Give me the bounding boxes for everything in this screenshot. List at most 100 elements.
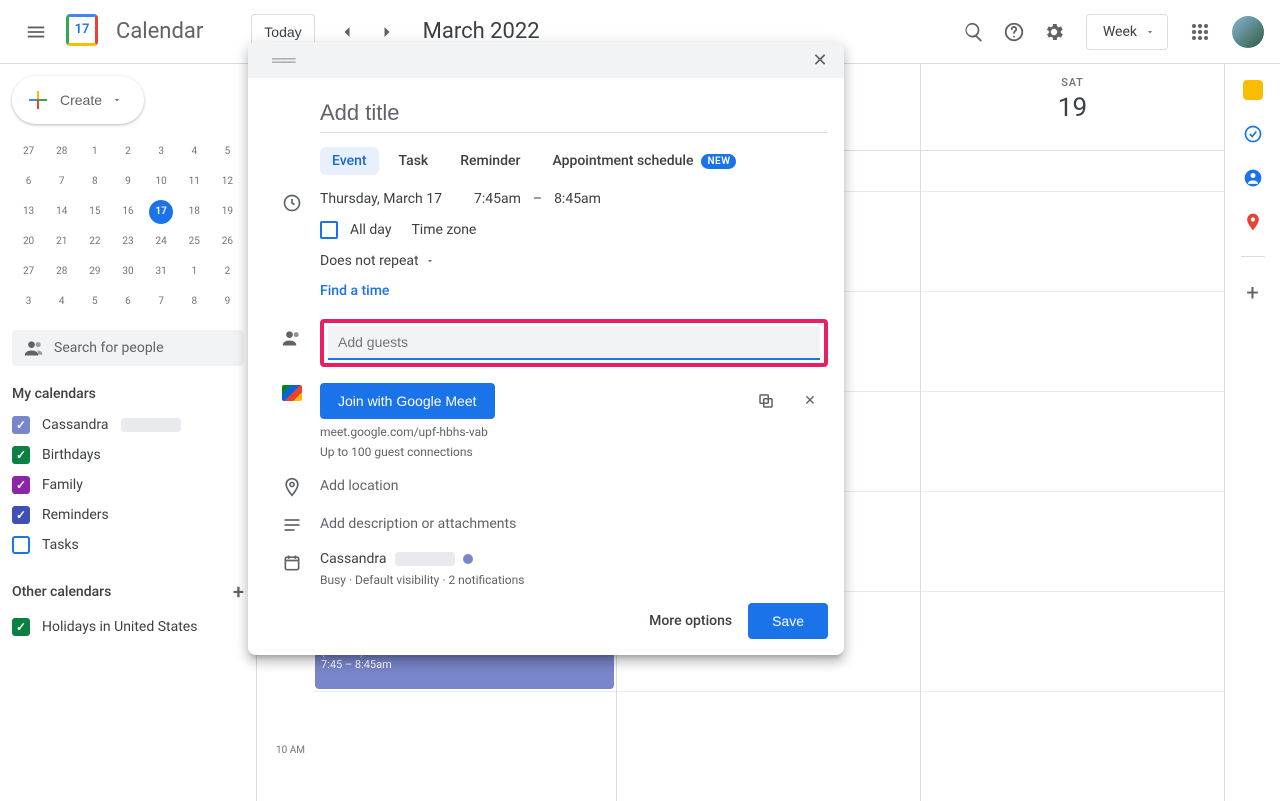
mini-calendar[interactable]: 2728123456789101112131415161718192021222… xyxy=(12,140,244,314)
calendar-list-item[interactable]: Cassandra xyxy=(12,410,244,440)
mini-cal-day[interactable]: 28 xyxy=(50,140,74,164)
mini-cal-day[interactable]: 10 xyxy=(149,170,173,194)
event-title-input[interactable] xyxy=(320,94,828,133)
day-header[interactable]: SAT19 xyxy=(920,64,1224,150)
mini-cal-day[interactable]: 12 xyxy=(215,170,239,194)
my-calendars-header[interactable]: My calendars xyxy=(12,386,244,402)
contacts-icon[interactable] xyxy=(1243,168,1263,188)
mini-cal-day[interactable]: 4 xyxy=(182,140,206,164)
calendar-checkbox[interactable] xyxy=(12,618,30,636)
tab-event[interactable]: Event xyxy=(320,147,379,175)
tasks-icon[interactable] xyxy=(1243,124,1263,144)
tab-task[interactable]: Task xyxy=(387,147,441,175)
event-defaults-summary[interactable]: Busy · Default visibility · 2 notificati… xyxy=(320,573,828,587)
drag-handle-icon[interactable]: ══ xyxy=(272,50,294,71)
mini-cal-day[interactable]: 17 xyxy=(149,200,173,224)
calendar-list-item[interactable]: Birthdays xyxy=(12,440,244,470)
calendar-list-item[interactable]: Family xyxy=(12,470,244,500)
mini-cal-day[interactable]: 1 xyxy=(83,140,107,164)
event-date[interactable]: Thursday, March 17 xyxy=(320,191,442,207)
save-button[interactable]: Save xyxy=(748,603,828,639)
end-time[interactable]: 8:45am xyxy=(554,191,601,207)
more-options-button[interactable]: More options xyxy=(649,613,732,629)
mini-cal-day[interactable]: 27 xyxy=(17,140,41,164)
mini-cal-day[interactable]: 16 xyxy=(116,200,140,224)
tab-reminder[interactable]: Reminder xyxy=(448,147,532,175)
mini-cal-day[interactable]: 25 xyxy=(182,230,206,254)
mini-cal-day[interactable]: 5 xyxy=(83,290,107,314)
day-column-sat[interactable] xyxy=(920,191,1224,801)
mini-cal-day[interactable]: 3 xyxy=(149,140,173,164)
mini-cal-day[interactable]: 4 xyxy=(50,290,74,314)
main-menu-button[interactable] xyxy=(16,12,56,52)
settings-button[interactable] xyxy=(1034,12,1074,52)
modal-header[interactable]: ══ ✕ xyxy=(248,42,844,78)
calendar-checkbox[interactable] xyxy=(12,476,30,494)
mini-cal-day[interactable]: 2 xyxy=(215,260,239,284)
mini-cal-day[interactable]: 20 xyxy=(17,230,41,254)
keep-icon[interactable] xyxy=(1243,80,1263,100)
calendar-checkbox[interactable] xyxy=(12,416,30,434)
find-time-button[interactable]: Find a time xyxy=(320,283,828,299)
view-selector[interactable]: Week xyxy=(1086,14,1168,50)
mini-cal-day[interactable]: 22 xyxy=(83,230,107,254)
time-zone-button[interactable]: Time zone xyxy=(411,222,476,238)
mini-cal-day[interactable]: 6 xyxy=(17,170,41,194)
mini-cal-day[interactable]: 21 xyxy=(50,230,74,254)
mini-cal-day[interactable]: 7 xyxy=(50,170,74,194)
mini-cal-day[interactable]: 19 xyxy=(215,200,239,224)
tab-appointment[interactable]: Appointment schedule NEW xyxy=(540,147,748,175)
search-people-input[interactable]: Search for people xyxy=(12,330,244,366)
mini-cal-day[interactable]: 24 xyxy=(149,230,173,254)
mini-cal-day[interactable]: 31 xyxy=(149,260,173,284)
mini-cal-day[interactable]: 1 xyxy=(182,260,206,284)
search-button[interactable] xyxy=(954,12,994,52)
mini-cal-day[interactable]: 13 xyxy=(17,200,41,224)
copy-meet-link-button[interactable] xyxy=(748,383,784,419)
calendar-list-item[interactable]: Reminders xyxy=(12,500,244,530)
mini-cal-day[interactable]: 15 xyxy=(83,200,107,224)
mini-cal-day[interactable]: 5 xyxy=(215,140,239,164)
app-logo[interactable]: 17 Calendar xyxy=(64,12,203,52)
mini-cal-day[interactable]: 8 xyxy=(182,290,206,314)
mini-cal-day[interactable]: 9 xyxy=(215,290,239,314)
calendar-checkbox[interactable] xyxy=(12,446,30,464)
close-button[interactable]: ✕ xyxy=(804,44,836,76)
other-calendars-header[interactable]: Other calendars + xyxy=(12,580,244,604)
account-avatar[interactable] xyxy=(1232,16,1264,48)
mini-cal-day[interactable]: 26 xyxy=(215,230,239,254)
create-button[interactable]: Create xyxy=(12,76,144,124)
mini-cal-day[interactable]: 2 xyxy=(116,140,140,164)
join-meet-button[interactable]: Join with Google Meet xyxy=(320,383,495,419)
add-guests-input[interactable] xyxy=(328,326,820,360)
mini-cal-day[interactable]: 6 xyxy=(116,290,140,314)
calendar-checkbox[interactable] xyxy=(12,536,30,554)
allday-cell-sat[interactable] xyxy=(920,151,1224,191)
google-apps-button[interactable] xyxy=(1180,12,1220,52)
mini-cal-day[interactable]: 28 xyxy=(50,260,74,284)
get-addons-button[interactable]: + xyxy=(1246,281,1258,306)
mini-cal-day[interactable]: 3 xyxy=(17,290,41,314)
mini-cal-day[interactable]: 27 xyxy=(17,260,41,284)
calendar-checkbox[interactable] xyxy=(12,506,30,524)
mini-cal-day[interactable]: 23 xyxy=(116,230,140,254)
mini-cal-day[interactable]: 9 xyxy=(116,170,140,194)
start-time[interactable]: 7:45am xyxy=(474,191,521,207)
mini-cal-day[interactable]: 14 xyxy=(50,200,74,224)
mini-cal-day[interactable]: 11 xyxy=(182,170,206,194)
add-calendar-button[interactable]: + xyxy=(233,580,244,604)
all-day-checkbox[interactable] xyxy=(320,221,338,239)
add-description-button[interactable]: Add description or attachments xyxy=(320,516,828,532)
recurrence-selector[interactable]: Does not repeat xyxy=(320,253,828,269)
maps-icon[interactable] xyxy=(1243,212,1263,232)
remove-meet-button[interactable]: ✕ xyxy=(792,383,828,419)
mini-cal-day[interactable]: 29 xyxy=(83,260,107,284)
mini-cal-day[interactable]: 7 xyxy=(149,290,173,314)
add-location-button[interactable]: Add location xyxy=(320,478,828,494)
calendar-list-item[interactable]: Tasks xyxy=(12,530,244,560)
support-button[interactable] xyxy=(994,12,1034,52)
mini-cal-day[interactable]: 18 xyxy=(182,200,206,224)
mini-cal-day[interactable]: 8 xyxy=(83,170,107,194)
calendar-list-item[interactable]: Holidays in United States xyxy=(12,612,244,642)
calendar-color-dot[interactable] xyxy=(463,554,473,564)
